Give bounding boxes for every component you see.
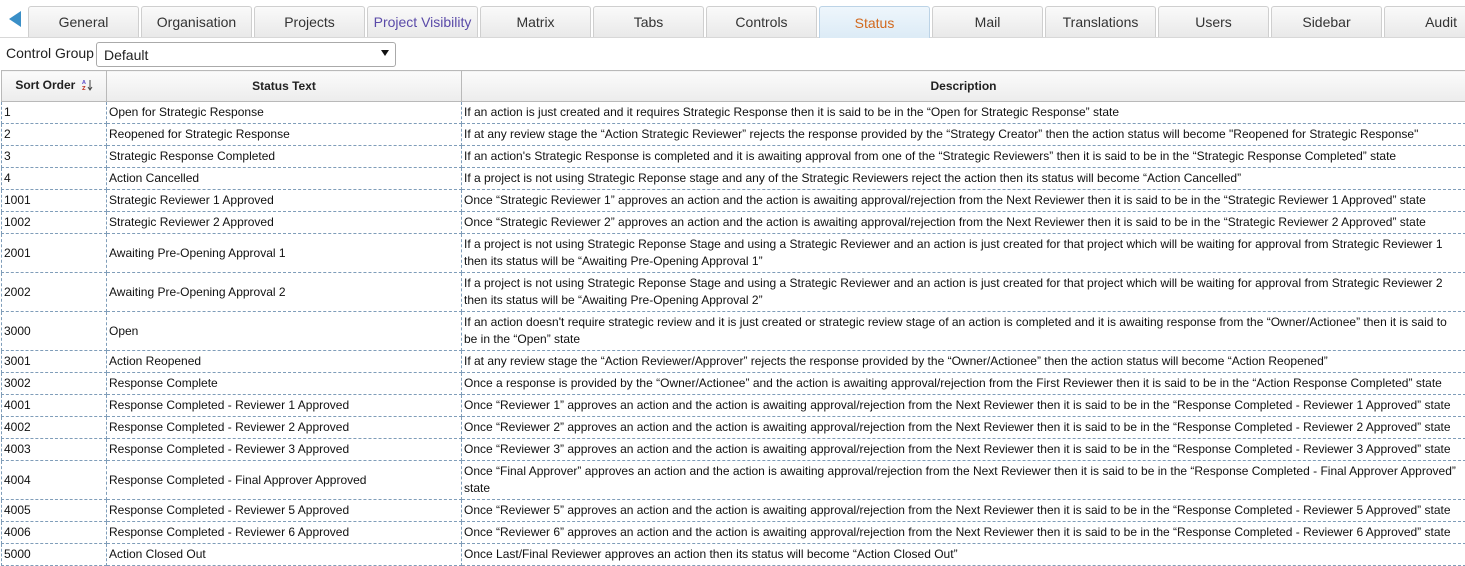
description-cell: If an action doesn't require strategic r… (461, 311, 1465, 351)
description-cell: If a project is not using Strategic Repo… (461, 272, 1465, 312)
tab-project-visibility[interactable]: Project Visibility (367, 6, 478, 37)
tab-matrix[interactable]: Matrix (480, 6, 591, 37)
sort-az-icon[interactable]: A Z (82, 79, 93, 94)
column-header-status-text[interactable]: Status Text (106, 70, 462, 102)
sort-order-cell: 4005 (1, 499, 107, 522)
sort-order-cell: 4 (1, 167, 107, 190)
sort-order-cell: 3 (1, 145, 107, 168)
description-cell: If an action is just created and it requ… (461, 101, 1465, 124)
tab-controls[interactable]: Controls (706, 6, 817, 37)
status-text-cell: Awaiting Pre-Opening Approval 1 (106, 233, 462, 273)
status-text-cell: Action Reopened (106, 350, 462, 373)
chevron-down-icon (381, 50, 389, 56)
table-row[interactable]: 1001 Strategic Reviewer 1 Approved Once “S… (1, 189, 1465, 212)
control-group-value: Default (104, 46, 149, 63)
table-row[interactable]: 3002 Response Complete Once a response is … (1, 372, 1465, 395)
table-row[interactable]: 4003 Response Completed - Reviewer 3 Appr… (1, 438, 1465, 461)
description-cell: Once “Reviewer 6” approves an action and… (461, 521, 1465, 544)
status-text-cell: Open (106, 311, 462, 351)
sort-order-cell: 5000 (1, 543, 107, 566)
table-row[interactable]: 3001 Action Reopened If at any review stag… (1, 350, 1465, 373)
tab-organisation[interactable]: Organisation (141, 6, 252, 37)
table-row[interactable]: 4005 Response Completed - Reviewer 5 Appr… (1, 499, 1465, 522)
status-text-cell: Action Closed Out (106, 543, 462, 566)
sort-order-cell: 4002 (1, 416, 107, 439)
status-text-cell: Response Completed - Reviewer 5 Approved (106, 499, 462, 522)
tab-translations[interactable]: Translations (1045, 6, 1156, 37)
sort-order-cell: 3001 (1, 350, 107, 373)
tab-general[interactable]: General (28, 6, 139, 37)
status-text-cell: Reopened for Strategic Response (106, 123, 462, 146)
status-text-cell: Response Complete (106, 372, 462, 395)
description-cell: If an action's Strategic Response is com… (461, 145, 1465, 168)
sort-order-cell: 1 (1, 101, 107, 124)
sort-order-cell: 4001 (1, 394, 107, 417)
table-header-row: Sort Order A Z Status Text Description (1, 70, 1465, 102)
sort-order-cell: 4006 (1, 521, 107, 544)
tab-tabs[interactable]: Tabs (593, 6, 704, 37)
column-header-sort-order[interactable]: Sort Order A Z (1, 70, 107, 102)
tab-status[interactable]: Status (819, 6, 930, 38)
table-row[interactable]: 3000 Open If an action doesn't require str… (1, 311, 1465, 351)
sort-order-header-label: Sort Order (15, 78, 76, 92)
description-cell: Once “Strategic Reviewer 1” approves an … (461, 189, 1465, 212)
sort-order-cell: 2002 (1, 272, 107, 312)
tab-audit[interactable]: Audit (1384, 6, 1465, 37)
tab-projects[interactable]: Projects (254, 6, 365, 37)
table-row[interactable]: 3 Strategic Response Completed If an actio… (1, 145, 1465, 168)
control-group-label: Control Group (6, 45, 94, 61)
sort-order-cell: 4004 (1, 460, 107, 500)
description-cell: If a project is not using Strategic Repo… (461, 233, 1465, 273)
status-text-cell: Response Completed - Reviewer 1 Approved (106, 394, 462, 417)
sort-order-cell: 2001 (1, 233, 107, 273)
status-text-cell: Response Completed - Reviewer 6 Approved (106, 521, 462, 544)
table-row[interactable]: 2001 Awaiting Pre-Opening Approval 1 If a … (1, 233, 1465, 273)
description-cell: If at any review stage the “Action Strat… (461, 123, 1465, 146)
table-row[interactable]: 2002 Awaiting Pre-Opening Approval 2 If a … (1, 272, 1465, 312)
status-text-cell: Strategic Reviewer 2 Approved (106, 211, 462, 234)
tab-users[interactable]: Users (1158, 6, 1269, 37)
svg-text:Z: Z (82, 86, 86, 91)
status-text-cell: Action Cancelled (106, 167, 462, 190)
status-text-cell: Response Completed - Reviewer 3 Approved (106, 438, 462, 461)
status-text-cell: Awaiting Pre-Opening Approval 2 (106, 272, 462, 312)
status-text-cell: Response Completed - Final Approver Appr… (106, 460, 462, 500)
status-text-cell: Strategic Response Completed (106, 145, 462, 168)
table-row[interactable]: 4006 Response Completed - Reviewer 6 Appr… (1, 521, 1465, 544)
status-text-cell: Response Completed - Reviewer 2 Approved (106, 416, 462, 439)
table-row[interactable]: 4002 Response Completed - Reviewer 2 Appr… (1, 416, 1465, 439)
description-cell: Once a response is provided by the “Owne… (461, 372, 1465, 395)
status-text-cell: Open for Strategic Response (106, 101, 462, 124)
sort-order-cell: 1001 (1, 189, 107, 212)
column-header-description[interactable]: Description (461, 70, 1465, 102)
table-row[interactable]: 2 Reopened for Strategic Response If at an… (1, 123, 1465, 146)
status-table: Sort Order A Z Status Text Description 1… (1, 70, 1465, 566)
description-cell: Once Last/Final Reviewer approves an act… (461, 543, 1465, 566)
tab-sidebar[interactable]: Sidebar (1271, 6, 1382, 37)
description-cell: Once “Reviewer 3” approves an action and… (461, 438, 1465, 461)
table-row[interactable]: 1 Open for Strategic Response If an action… (1, 101, 1465, 124)
table-row[interactable]: 1002 Strategic Reviewer 2 Approved Once “S… (1, 211, 1465, 234)
sort-order-cell: 4003 (1, 438, 107, 461)
table-row[interactable]: 4 Action Cancelled If a project is not usi… (1, 167, 1465, 190)
description-cell: Once “Reviewer 1” approves an action and… (461, 394, 1465, 417)
left-arrow-icon[interactable] (4, 8, 26, 30)
sort-order-cell: 3002 (1, 372, 107, 395)
tab-bar: General Organisation Projects Project Vi… (0, 0, 1465, 38)
sort-order-cell: 2 (1, 123, 107, 146)
description-cell: Once “Final Approver” approves an action… (461, 460, 1465, 500)
description-cell: Once “Reviewer 2” approves an action and… (461, 416, 1465, 439)
status-text-cell: Strategic Reviewer 1 Approved (106, 189, 462, 212)
description-cell: Once “Reviewer 5” approves an action and… (461, 499, 1465, 522)
control-group-select[interactable]: Default (96, 42, 396, 67)
sort-order-cell: 3000 (1, 311, 107, 351)
description-cell: If at any review stage the “Action Revie… (461, 350, 1465, 373)
table-row[interactable]: 4004 Response Completed - Final Approver … (1, 460, 1465, 500)
description-cell: If a project is not using Strategic Repo… (461, 167, 1465, 190)
table-row[interactable]: 4001 Response Completed - Reviewer 1 Appr… (1, 394, 1465, 417)
sort-order-cell: 1002 (1, 211, 107, 234)
tab-mail[interactable]: Mail (932, 6, 1043, 37)
table-row[interactable]: 5000 Action Closed Out Once Last/Final Rev… (1, 543, 1465, 566)
description-cell: Once “Strategic Reviewer 2” approves an … (461, 211, 1465, 234)
